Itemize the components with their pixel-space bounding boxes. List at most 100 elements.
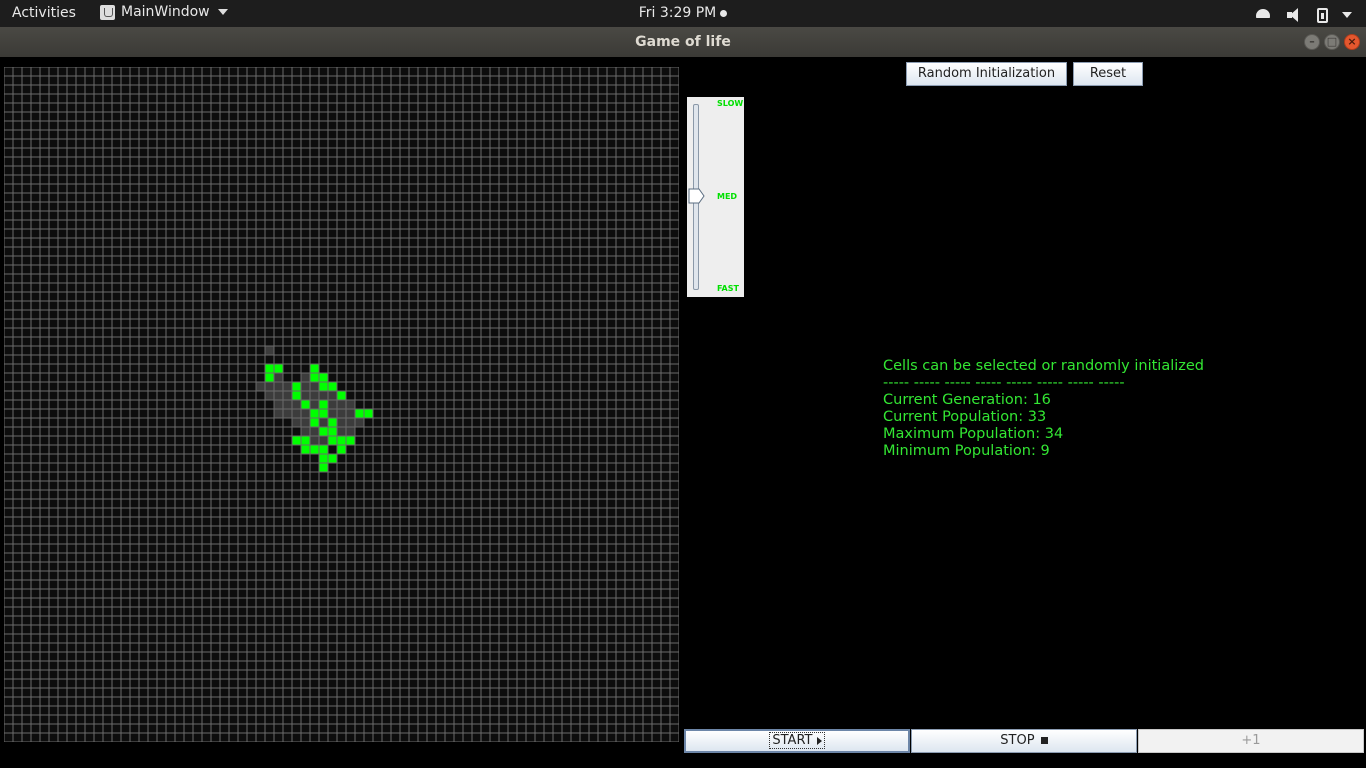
slider-label-slow: SLOW xyxy=(717,99,744,108)
visited-cell[interactable] xyxy=(328,391,337,400)
alive-cell[interactable] xyxy=(301,436,310,445)
current-generation: Current Generation: 16 xyxy=(883,392,1051,408)
game-board[interactable] xyxy=(4,67,679,742)
visited-cell[interactable] xyxy=(337,427,346,436)
visited-cell[interactable] xyxy=(319,391,328,400)
visited-cell[interactable] xyxy=(319,436,328,445)
visited-cell[interactable] xyxy=(274,373,283,382)
alive-cell[interactable] xyxy=(319,409,328,418)
visited-cell[interactable] xyxy=(310,391,319,400)
current-population: Current Population: 33 xyxy=(883,409,1047,425)
visited-cell[interactable] xyxy=(319,418,328,427)
visited-cell[interactable] xyxy=(337,400,346,409)
info-separator: ----- ----- ----- ----- ----- ----- ----… xyxy=(883,375,1125,391)
visited-cell[interactable] xyxy=(337,409,346,418)
visited-cell[interactable] xyxy=(328,409,337,418)
visited-cell[interactable] xyxy=(283,400,292,409)
alive-cell[interactable] xyxy=(301,400,310,409)
close-button[interactable]: × xyxy=(1344,34,1360,50)
alive-cell[interactable] xyxy=(319,427,328,436)
visited-cell[interactable] xyxy=(292,409,301,418)
visited-cell[interactable] xyxy=(274,409,283,418)
volume-muted-icon xyxy=(1287,7,1303,23)
alive-cell[interactable] xyxy=(328,454,337,463)
alive-cell[interactable] xyxy=(301,445,310,454)
alive-cell[interactable] xyxy=(319,454,328,463)
alive-cell[interactable] xyxy=(310,364,319,373)
alive-cell[interactable] xyxy=(319,445,328,454)
window-titlebar[interactable]: Game of life – □ × xyxy=(0,27,1366,57)
alive-cell[interactable] xyxy=(328,427,337,436)
visited-cell[interactable] xyxy=(310,436,319,445)
visited-cell[interactable] xyxy=(301,427,310,436)
alive-cell[interactable] xyxy=(355,409,364,418)
window-title: Game of life xyxy=(635,34,731,50)
play-icon xyxy=(816,736,822,745)
visited-cell[interactable] xyxy=(355,418,364,427)
reset-button[interactable]: Reset xyxy=(1073,62,1143,86)
visited-cell[interactable] xyxy=(256,382,265,391)
alive-cell[interactable] xyxy=(265,364,274,373)
visited-cell[interactable] xyxy=(337,418,346,427)
visited-cell[interactable] xyxy=(301,418,310,427)
visited-cell[interactable] xyxy=(283,382,292,391)
visited-cell[interactable] xyxy=(328,400,337,409)
alive-cell[interactable] xyxy=(292,436,301,445)
visited-cell[interactable] xyxy=(310,427,319,436)
alive-cell[interactable] xyxy=(292,391,301,400)
alive-cell[interactable] xyxy=(310,445,319,454)
visited-cell[interactable] xyxy=(274,382,283,391)
visited-cell[interactable] xyxy=(310,382,319,391)
visited-cell[interactable] xyxy=(346,400,355,409)
alive-cell[interactable] xyxy=(337,436,346,445)
maximum-population: Maximum Population: 34 xyxy=(883,426,1064,442)
alive-cell[interactable] xyxy=(292,382,301,391)
visited-cell[interactable] xyxy=(310,400,319,409)
visited-cell[interactable] xyxy=(346,418,355,427)
random-initialization-button[interactable]: Random Initialization xyxy=(906,62,1067,86)
visited-cell[interactable] xyxy=(283,391,292,400)
visited-cell[interactable] xyxy=(265,382,274,391)
minimum-population: Minimum Population: 9 xyxy=(883,443,1050,459)
alive-cell[interactable] xyxy=(310,418,319,427)
alive-cell[interactable] xyxy=(328,382,337,391)
alive-cell[interactable] xyxy=(346,436,355,445)
alive-cell[interactable] xyxy=(265,373,274,382)
visited-cell[interactable] xyxy=(346,427,355,436)
visited-cell[interactable] xyxy=(301,391,310,400)
alive-cell[interactable] xyxy=(328,436,337,445)
slider-thumb[interactable] xyxy=(688,188,706,204)
visited-cell[interactable] xyxy=(301,409,310,418)
minimize-button[interactable]: – xyxy=(1304,34,1320,50)
alive-cell[interactable] xyxy=(364,409,373,418)
visited-cell[interactable] xyxy=(301,373,310,382)
status-panel: Cells can be selected or randomly initia… xyxy=(883,358,1204,460)
visited-cell[interactable] xyxy=(265,346,274,355)
visited-cell[interactable] xyxy=(301,382,310,391)
visited-cell[interactable] xyxy=(265,391,274,400)
clock[interactable]: Fri 3:29 PM xyxy=(0,5,1366,21)
alive-cell[interactable] xyxy=(319,373,328,382)
visited-cell[interactable] xyxy=(274,400,283,409)
alive-cell[interactable] xyxy=(328,418,337,427)
visited-cell[interactable] xyxy=(346,409,355,418)
visited-cell[interactable] xyxy=(292,400,301,409)
notification-dot-icon xyxy=(720,9,728,17)
alive-cell[interactable] xyxy=(319,400,328,409)
alive-cell[interactable] xyxy=(319,463,328,472)
visited-cell[interactable] xyxy=(292,418,301,427)
alive-cell[interactable] xyxy=(319,382,328,391)
alive-cell[interactable] xyxy=(337,391,346,400)
alive-cell[interactable] xyxy=(310,373,319,382)
alive-cell[interactable] xyxy=(310,409,319,418)
step-button[interactable]: +1 xyxy=(1138,729,1364,753)
alive-cell[interactable] xyxy=(274,364,283,373)
maximize-button[interactable]: □ xyxy=(1324,34,1340,50)
system-tray[interactable] xyxy=(1253,5,1352,25)
stop-button[interactable]: STOP xyxy=(911,729,1137,753)
speed-slider[interactable]: SLOW MED FAST xyxy=(687,97,744,297)
visited-cell[interactable] xyxy=(283,409,292,418)
visited-cell[interactable] xyxy=(274,391,283,400)
alive-cell[interactable] xyxy=(337,445,346,454)
start-button[interactable]: START xyxy=(684,729,910,753)
